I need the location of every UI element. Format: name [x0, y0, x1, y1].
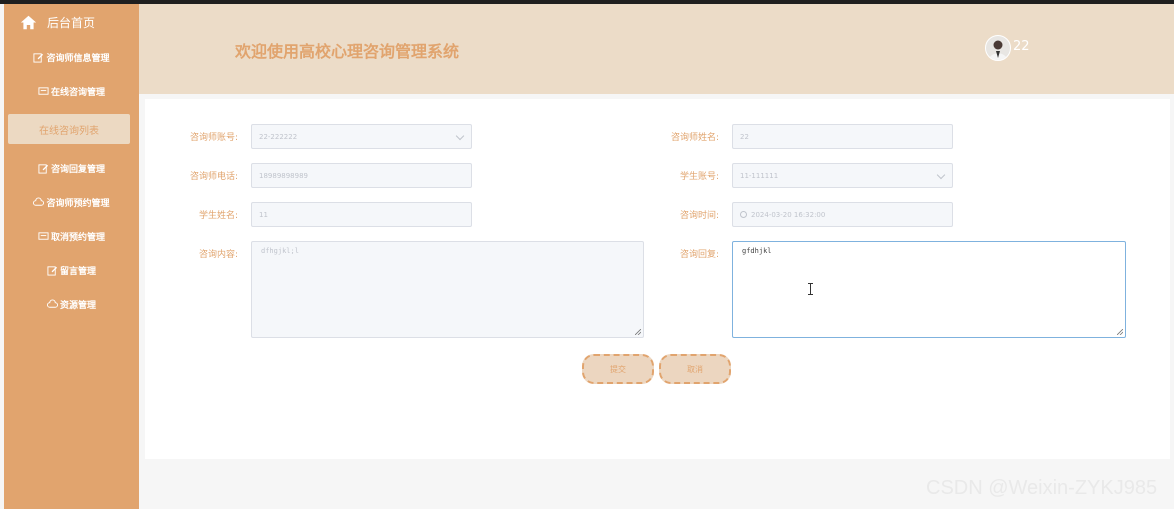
consult-content-textarea[interactable]: dfhgjkl;l	[251, 241, 644, 338]
counselor-account-label: 咨询师账号:	[189, 133, 238, 143]
cloud-icon	[33, 197, 45, 206]
cancel-button[interactable]: 取消	[659, 354, 731, 384]
page-title: 欢迎使用高校心理咨询管理系统	[235, 42, 460, 61]
consult-reply-textarea[interactable]: gfdhjkl	[732, 241, 1126, 338]
student-account-label: 学生账号:	[679, 172, 719, 182]
sidebar-item-label: 咨询师预约管理	[46, 198, 110, 209]
home-icon	[20, 15, 37, 29]
edit-icon	[38, 163, 49, 174]
sidebar-item-label: 在线咨询列表	[39, 125, 99, 137]
chat-icon	[38, 86, 49, 95]
consult-reply-value: gfdhjkl	[742, 247, 772, 255]
text-cursor-icon	[808, 283, 813, 295]
chevron-down-icon	[455, 131, 465, 141]
student-name-value: 11	[259, 210, 268, 219]
counselor-phone-value: 18989898989	[259, 171, 308, 180]
user-avatar-icon	[989, 40, 1007, 60]
student-name-field[interactable]: 11	[251, 202, 472, 227]
edit-icon	[33, 52, 44, 63]
cloud-icon	[46, 299, 58, 308]
counselor-phone-field[interactable]: 18989898989	[251, 163, 472, 188]
consult-time-value: 2024-03-20 16:32:00	[751, 210, 826, 219]
student-account-select[interactable]: 11-111111	[732, 163, 953, 188]
student-name-label: 学生姓名:	[198, 211, 238, 221]
consult-reply-label: 咨询回复:	[679, 250, 719, 260]
sidebar-item-label: 咨询回复管理	[50, 164, 105, 175]
sidebar-item-label: 在线咨询管理	[50, 87, 105, 98]
submit-button[interactable]: 提交	[582, 354, 654, 384]
resize-grip-icon[interactable]	[1117, 329, 1123, 335]
resize-grip-icon[interactable]	[635, 329, 641, 335]
chevron-down-icon	[936, 170, 946, 180]
counselor-account-value: 22-222222	[259, 132, 298, 141]
watermark: CSDN @Weixin-ZYKJ985	[926, 477, 1158, 499]
header: 欢迎使用高校心理咨询管理系统 22	[139, 4, 1174, 94]
sidebar-home[interactable]: 后台首页	[20, 12, 95, 32]
chat-icon	[38, 231, 49, 240]
edit-icon	[47, 265, 58, 276]
sidebar-item-cancel-appointment[interactable]: 取消预约管理	[4, 226, 139, 246]
student-account-value: 11-111111	[740, 171, 779, 180]
sidebar-item-online-consult[interactable]: 在线咨询管理	[4, 81, 139, 101]
sidebar-item-resource-manage[interactable]: 资源管理	[4, 294, 139, 314]
consult-time-label: 咨询时间:	[679, 211, 719, 221]
sidebar-item-label: 留言管理	[59, 266, 96, 277]
sidebar-item-appointment-manage[interactable]: 咨询师预约管理	[4, 192, 139, 212]
counselor-name-value: 22	[740, 132, 749, 141]
counselor-account-select[interactable]: 22-222222	[251, 124, 472, 149]
counselor-name-field[interactable]: 22	[732, 124, 953, 149]
consult-content-value: dfhgjkl;l	[261, 247, 299, 255]
sidebar-item-label: 资源管理	[59, 300, 96, 311]
clock-icon	[740, 211, 747, 218]
counselor-name-label: 咨询师姓名:	[670, 133, 719, 143]
avatar[interactable]	[985, 35, 1011, 61]
username[interactable]: 22	[1013, 39, 1030, 54]
sidebar-item-counselor-info[interactable]: 咨询师信息管理	[4, 47, 139, 67]
main-content: 咨询师账号: 22-222222 咨询师姓名: 22 咨询师电话: 189898…	[145, 99, 1170, 459]
sidebar-item-online-consult-list[interactable]: 在线咨询列表	[8, 114, 130, 144]
counselor-phone-label: 咨询师电话:	[189, 172, 238, 182]
sidebar-item-label: 咨询师信息管理	[46, 53, 110, 64]
sidebar-item-label: 取消预约管理	[50, 232, 105, 243]
sidebar-item-reply-manage[interactable]: 咨询回复管理	[4, 158, 139, 178]
consult-time-picker[interactable]: 2024-03-20 16:32:00	[732, 202, 953, 227]
sidebar: 后台首页 咨询师信息管理 在线咨询管理 在线咨询列表 咨询回复管理 咨询师预约管…	[4, 4, 139, 509]
sidebar-home-label: 后台首页	[47, 15, 96, 30]
sidebar-item-message-manage[interactable]: 留言管理	[4, 260, 139, 280]
consult-content-label: 咨询内容:	[198, 250, 238, 260]
